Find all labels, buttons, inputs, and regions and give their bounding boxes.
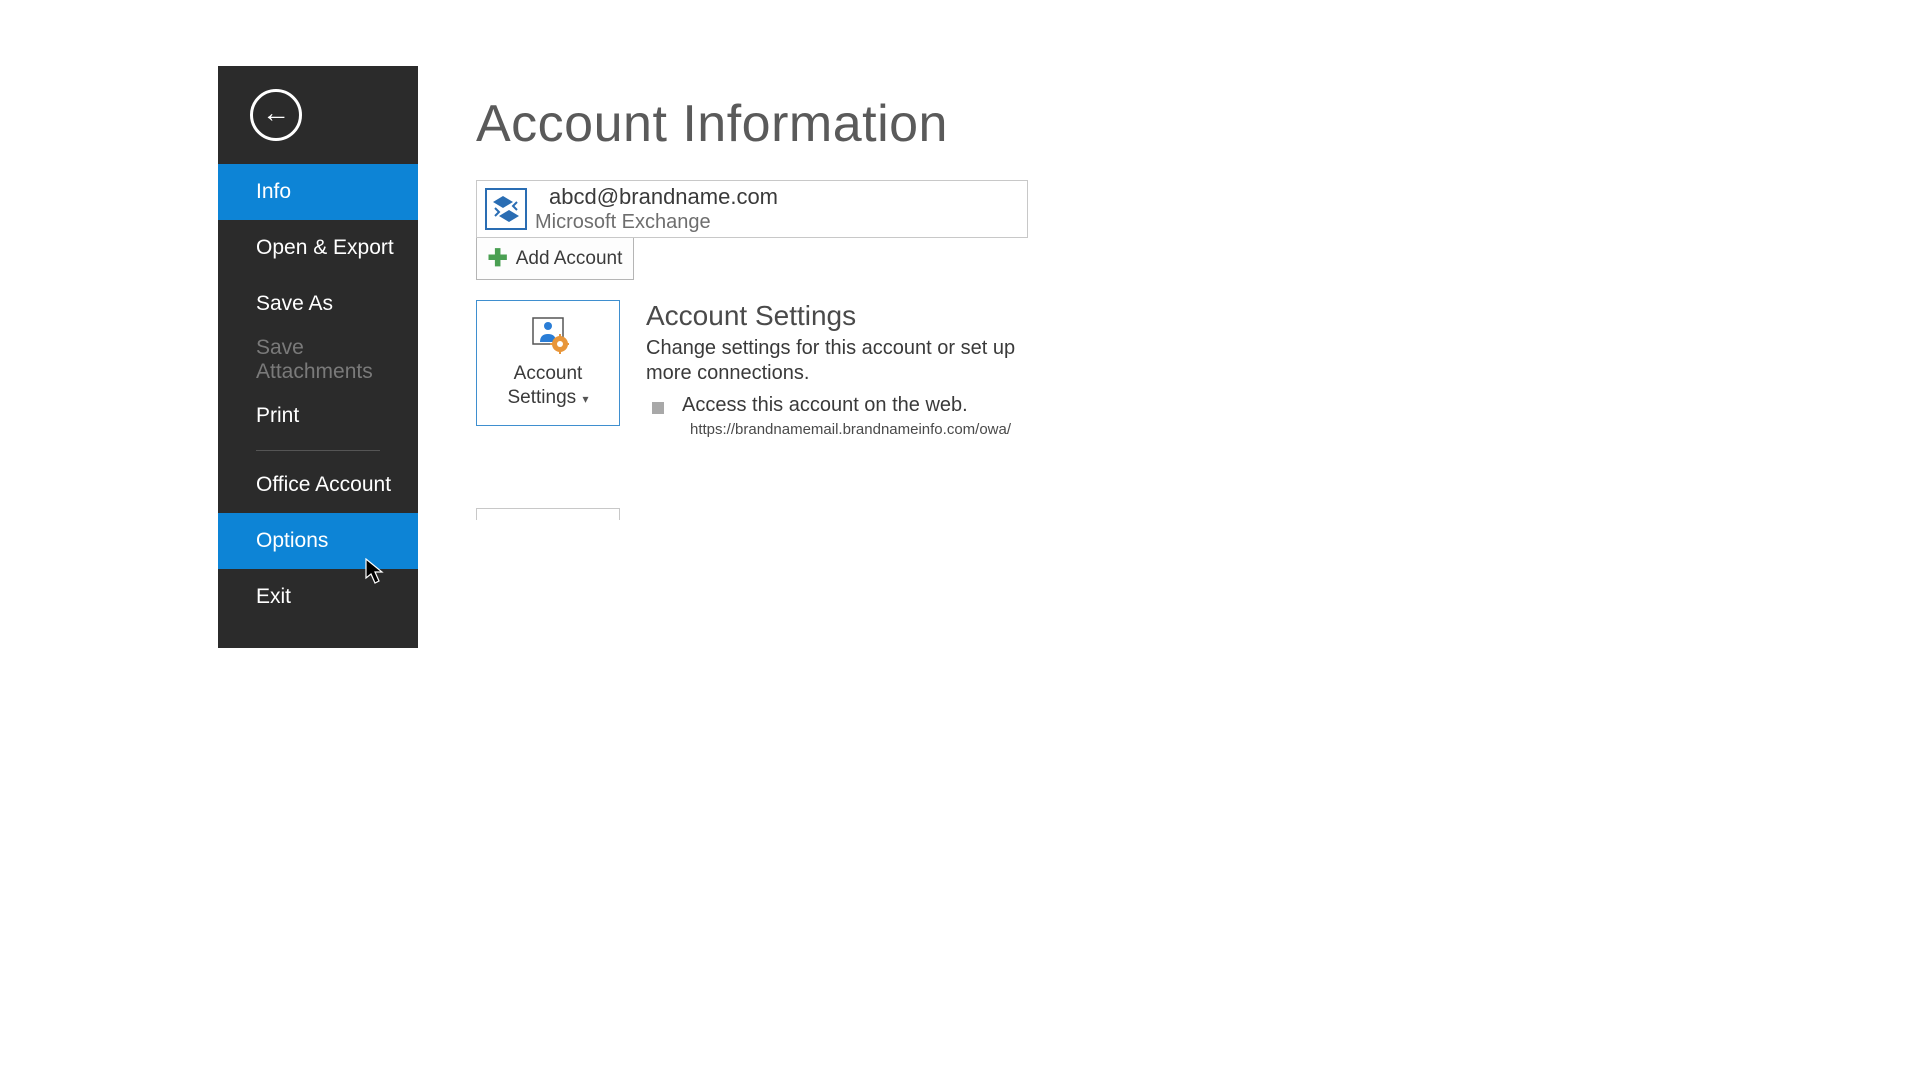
sidebar-item-info[interactable]: Info [218,164,418,220]
sidebar-item-open-export[interactable]: Open & Export [218,220,418,276]
sidebar-item-label: Open & Export [256,236,394,260]
web-access-text: Access this account on the web. [682,394,968,417]
sidebar-item-label: Exit [256,585,291,609]
account-type: Microsoft Exchange [535,210,764,235]
account-settings-heading: Account Settings [646,300,1030,332]
account-settings-text: Account Settings Change settings for thi… [646,300,1030,438]
sidebar-item-office-account[interactable]: Office Account [218,457,418,513]
plus-icon: ✚ [488,247,508,271]
account-settings-section: Account Settings ▾ Account Settings Chan… [476,300,1030,438]
content-panel: Account Information abcd@brandname.com M… [418,66,1030,648]
sidebar-item-label: Info [256,180,291,204]
sidebar-item-label: Save Attachments [256,336,418,384]
web-access-url[interactable]: https://brandnamemail.brandnameinfo.com/… [690,421,1030,438]
exchange-icon [485,188,527,230]
add-account-label: Add Account [516,248,623,270]
partial-tile [476,508,620,520]
sidebar-item-save-as[interactable]: Save As [218,276,418,332]
sidebar-item-options[interactable]: Options [218,513,418,569]
account-settings-description: Change settings for this account or set … [646,336,1026,386]
back-button[interactable]: ← [218,66,418,164]
bullet-icon [652,402,664,414]
sidebar-item-print[interactable]: Print [218,388,418,444]
account-email: abcd@brandname.com [549,183,778,211]
sidebar-item-label: Save As [256,292,333,316]
account-settings-button[interactable]: Account Settings ▾ [476,300,620,426]
add-account-button[interactable]: ✚ Add Account [476,238,634,280]
sidebar-divider [256,450,380,451]
sidebar-item-exit[interactable]: Exit [218,569,418,625]
web-access-row: Access this account on the web. [646,394,1030,417]
backstage-view: ← Info Open & Export Save As Save Attach… [218,66,1030,648]
account-settings-icon [527,316,569,356]
back-icon: ← [250,89,302,141]
sidebar: ← Info Open & Export Save As Save Attach… [218,66,418,648]
account-info: abcd@brandname.com Microsoft Exchange [549,183,778,236]
page-title: Account Information [476,94,1030,154]
sidebar-item-save-attachments: Save Attachments [218,332,418,388]
account-selector[interactable]: abcd@brandname.com Microsoft Exchange [476,180,1028,238]
chevron-down-icon: ▾ [579,392,588,406]
sidebar-item-label: Print [256,404,299,428]
sidebar-item-label: Options [256,529,328,553]
sidebar-item-label: Office Account [256,473,391,497]
account-settings-tile-label: Account Settings ▾ [507,362,588,410]
